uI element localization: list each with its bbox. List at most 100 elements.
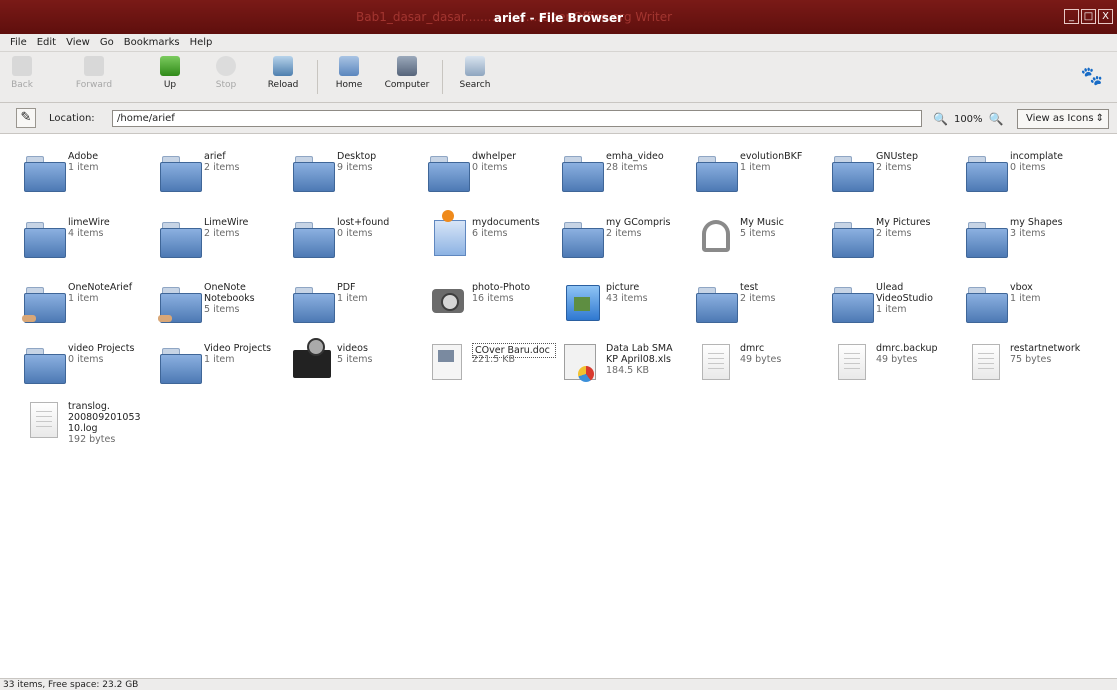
pictures-folder-icon: [562, 281, 602, 321]
file-detail: 49 bytes: [740, 354, 782, 365]
file-detail: 75 bytes: [1010, 354, 1052, 365]
file-item-photo-photo[interactable]: photo-Photo 16 items: [428, 281, 562, 341]
stop-button[interactable]: Stop: [212, 54, 240, 90]
file-item-translog-200809201053-10-log[interactable]: translog. 200809201053 10.log 192 bytes: [24, 400, 158, 460]
file-detail: 0 items: [337, 228, 373, 239]
zoom-in-icon[interactable]: 🔍: [989, 112, 1004, 126]
folder-icon: [293, 281, 335, 323]
text-file-icon: [966, 342, 1006, 382]
search-button[interactable]: Search: [457, 54, 493, 90]
file-icon-view[interactable]: Adobe 1 item arief 2 items Desktop 9 items dwh…: [0, 134, 1117, 678]
location-label: Location:: [49, 113, 95, 124]
folder-icon: [160, 150, 202, 192]
file-name: OneNoteArief: [68, 282, 133, 293]
file-item-limewire[interactable]: LimeWire 2 items: [160, 216, 294, 276]
file-item-onenote-notebooks[interactable]: OneNote Notebooks 5 items: [158, 281, 294, 341]
file-detail: 0 items: [472, 162, 508, 173]
file-name: incomplate: [1010, 151, 1064, 162]
file-name: OneNote Notebooks: [204, 282, 255, 304]
file-item-my-shapes[interactable]: my Shapes 3 items: [966, 216, 1100, 276]
file-item-my-pictures[interactable]: My Pictures 2 items: [832, 216, 966, 276]
file-name: translog. 200809201053 10.log: [68, 401, 141, 434]
home-button[interactable]: Home: [333, 54, 365, 90]
file-name: test: [740, 282, 759, 293]
up-button[interactable]: Up: [158, 54, 182, 90]
file-detail: 0 items: [1010, 162, 1046, 173]
file-item-adobe[interactable]: Adobe 1 item: [24, 150, 158, 210]
file-item-gnustep[interactable]: GNUstep 2 items: [832, 150, 966, 210]
menu-edit[interactable]: Edit: [37, 37, 56, 48]
toolbar-separator: [442, 60, 443, 94]
file-name: restartnetwork: [1010, 343, 1081, 354]
file-item-cover-baru-doc[interactable]: COver Baru.doc 221.5 KB: [428, 342, 562, 402]
back-arrow-icon: [12, 56, 32, 76]
menu-bar: File Edit View Go Bookmarks Help: [0, 34, 1117, 52]
file-name: LimeWire: [204, 217, 249, 228]
window-title: arief - File Browser: [493, 11, 624, 25]
gnome-foot-icon: 🐾: [1080, 66, 1103, 87]
file-name: GNUstep: [876, 151, 918, 162]
menu-help[interactable]: Help: [190, 37, 213, 48]
reload-icon: [273, 56, 293, 76]
folder-icon: [966, 281, 1008, 323]
file-item-videos[interactable]: videos 5 items: [293, 338, 427, 402]
file-item-picture[interactable]: picture 43 items: [562, 281, 696, 341]
view-mode-select[interactable]: View as Icons ⇕: [1017, 109, 1109, 129]
file-name: my GCompris: [606, 217, 671, 228]
file-item-my-gcompris[interactable]: my GCompris 2 items: [562, 216, 696, 276]
home-folder-icon: [339, 56, 359, 76]
folder-icon: [160, 342, 202, 384]
menu-file[interactable]: File: [10, 37, 27, 48]
file-item-incomplate[interactable]: incomplate 0 items: [966, 150, 1100, 210]
minimize-button[interactable]: _: [1064, 9, 1079, 24]
file-name: Desktop: [337, 151, 377, 162]
file-item-pdf[interactable]: PDF 1 item: [293, 281, 427, 341]
file-item-restartnetwork[interactable]: restartnetwork 75 bytes: [966, 342, 1100, 402]
file-item-ulead-videostudio[interactable]: Ulead VideoStudio 1 item: [832, 281, 966, 341]
file-detail: 43 items: [606, 293, 648, 304]
back-button[interactable]: Back: [8, 54, 36, 90]
forward-button[interactable]: Forward: [70, 54, 118, 90]
file-item-video-projects[interactable]: Video Projects 1 item: [160, 342, 294, 402]
window-controls: _ □ X: [1064, 9, 1113, 24]
file-item-dwhelper[interactable]: dwhelper 0 items: [428, 150, 562, 210]
file-detail: 2 items: [204, 228, 240, 239]
file-item-dmrc-backup[interactable]: dmrc.backup 49 bytes: [832, 342, 966, 402]
file-item-limewire[interactable]: limeWire 4 items: [24, 216, 158, 276]
music-headphones-icon: [696, 216, 736, 256]
menu-view[interactable]: View: [66, 37, 90, 48]
computer-icon: [397, 56, 417, 76]
window-titlebar[interactable]: Bab1_dasar_dasar....................Open…: [0, 0, 1117, 34]
file-detail: 1 item: [876, 304, 907, 315]
file-item-lost-found[interactable]: lost+found 0 items: [293, 216, 427, 276]
toggle-location-entry-button[interactable]: ✎: [16, 108, 36, 128]
file-item-emha-video[interactable]: emha_video 28 items: [562, 150, 696, 210]
file-item-onenotearief[interactable]: OneNoteArief 1 item: [22, 281, 158, 341]
close-button[interactable]: X: [1098, 9, 1113, 24]
file-item-dmrc[interactable]: dmrc 49 bytes: [696, 342, 830, 402]
reload-button[interactable]: Reload: [264, 54, 302, 90]
file-item-video-projects[interactable]: video Projects 0 items: [24, 342, 158, 402]
file-item-data-lab-sma-kp-april08-xls[interactable]: Data Lab SMA KP April08.xls 184.5 KB: [562, 342, 696, 402]
menu-bookmarks[interactable]: Bookmarks: [124, 37, 180, 48]
file-name: Video Projects: [204, 343, 272, 354]
location-bar: ✎ Location: /home/arief 🔍 100% 🔍 View as…: [0, 103, 1117, 134]
menu-go[interactable]: Go: [100, 37, 114, 48]
folder-icon: [24, 342, 66, 384]
computer-button[interactable]: Computer: [383, 54, 431, 90]
location-input[interactable]: /home/arief: [112, 110, 922, 127]
file-detail: 1 item: [204, 354, 235, 365]
file-item-vbox[interactable]: vbox 1 item: [966, 281, 1100, 341]
file-item-evolutionbkf[interactable]: evolutionBKF 1 item: [696, 150, 830, 210]
file-item-my-music[interactable]: My Music 5 items: [696, 216, 830, 276]
video-clapper-icon: [293, 338, 333, 382]
zoom-out-icon[interactable]: 🔍: [933, 112, 948, 126]
file-item-mydocuments[interactable]: mydocuments 6 items: [428, 210, 562, 276]
file-item-arief[interactable]: arief 2 items: [160, 150, 294, 210]
file-name: dmrc.backup: [876, 343, 938, 354]
folder-icon: [428, 150, 470, 192]
file-item-desktop[interactable]: Desktop 9 items: [293, 150, 427, 210]
maximize-button[interactable]: □: [1081, 9, 1096, 24]
file-item-test[interactable]: test 2 items: [696, 281, 830, 341]
zoom-level[interactable]: 100%: [954, 114, 983, 125]
